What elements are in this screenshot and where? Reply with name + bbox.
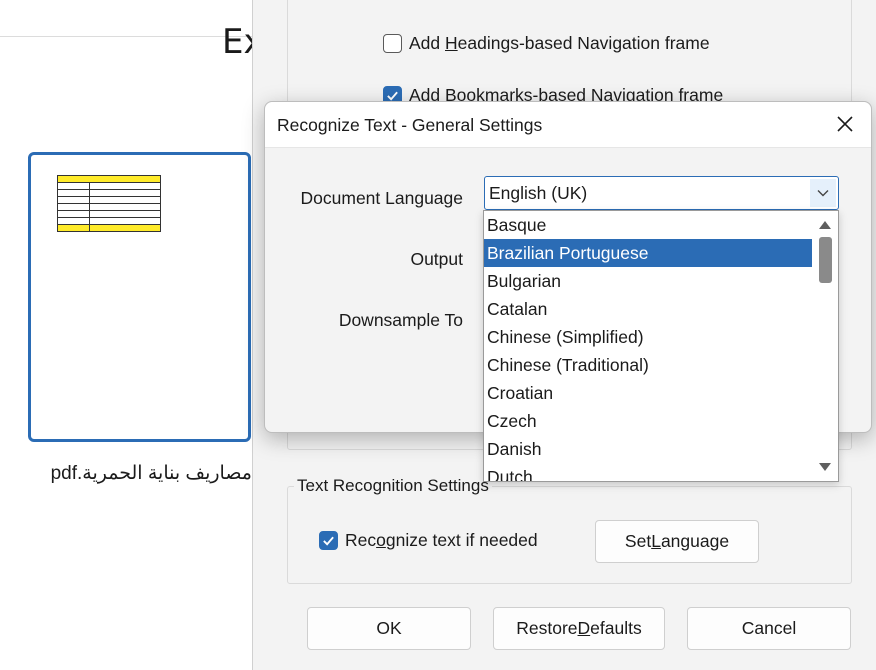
- language-option[interactable]: Danish: [484, 435, 812, 463]
- language-option[interactable]: Basque: [484, 211, 812, 239]
- cancel-button[interactable]: Cancel: [687, 607, 851, 650]
- language-option[interactable]: Czech: [484, 407, 812, 435]
- dropdown-scrollbar[interactable]: [812, 211, 838, 481]
- language-option[interactable]: Chinese (Traditional): [484, 351, 812, 379]
- document-language-value: English (UK): [489, 183, 588, 203]
- file-browser-pane: Ex مصاريف بناية الحمرية.pdf: [0, 0, 264, 670]
- headings-nav-option[interactable]: Add Headings-based Navigation frame: [383, 33, 710, 54]
- set-language-button[interactable]: Set Language: [595, 520, 759, 563]
- restore-defaults-button[interactable]: Restore Defaults: [493, 607, 665, 650]
- thumbnail-preview-table: [57, 175, 161, 232]
- scroll-down-icon[interactable]: [819, 463, 831, 471]
- language-option[interactable]: Catalan: [484, 295, 812, 323]
- modal-title: Recognize Text - General Settings: [277, 115, 543, 135]
- language-dropdown-list[interactable]: Basque Brazilian Portuguese Bulgarian Catal…: [483, 210, 839, 482]
- recognize-text-label: Recognize text if needed: [345, 530, 538, 550]
- text-recognition-group-label: Text Recognition Settings: [294, 476, 492, 496]
- language-option[interactable]: Bulgarian: [484, 267, 812, 295]
- downsample-to-label: Downsample To: [338, 310, 463, 330]
- document-language-label: Document Language: [300, 188, 463, 208]
- recognize-text-checkbox[interactable]: [319, 531, 338, 550]
- language-option[interactable]: Chinese (Simplified): [484, 323, 812, 351]
- language-options: Basque Brazilian Portuguese Bulgarian Catal…: [484, 211, 812, 481]
- scroll-up-icon[interactable]: [819, 221, 831, 229]
- output-label: Output: [410, 249, 463, 269]
- headings-nav-label: Add Headings-based Navigation frame: [409, 33, 710, 53]
- file-name-label[interactable]: مصاريف بناية الحمرية.pdf: [20, 462, 252, 485]
- file-thumbnail[interactable]: [28, 152, 251, 442]
- close-icon[interactable]: [831, 110, 859, 138]
- language-option[interactable]: Dutch: [484, 463, 812, 481]
- recognize-text-option[interactable]: Recognize text if needed: [319, 530, 538, 551]
- language-option[interactable]: Croatian: [484, 379, 812, 407]
- document-language-select[interactable]: English (UK): [484, 176, 839, 210]
- ok-button[interactable]: OK: [307, 607, 471, 650]
- checkmark-icon: [323, 536, 334, 546]
- scrollbar-thumb[interactable]: [819, 237, 832, 283]
- modal-title-bar[interactable]: Recognize Text - General Settings: [265, 102, 871, 148]
- header-divider: [0, 36, 252, 37]
- chevron-down-icon[interactable]: [810, 179, 836, 207]
- language-option[interactable]: Brazilian Portuguese: [484, 239, 812, 267]
- headings-nav-checkbox[interactable]: [383, 34, 402, 53]
